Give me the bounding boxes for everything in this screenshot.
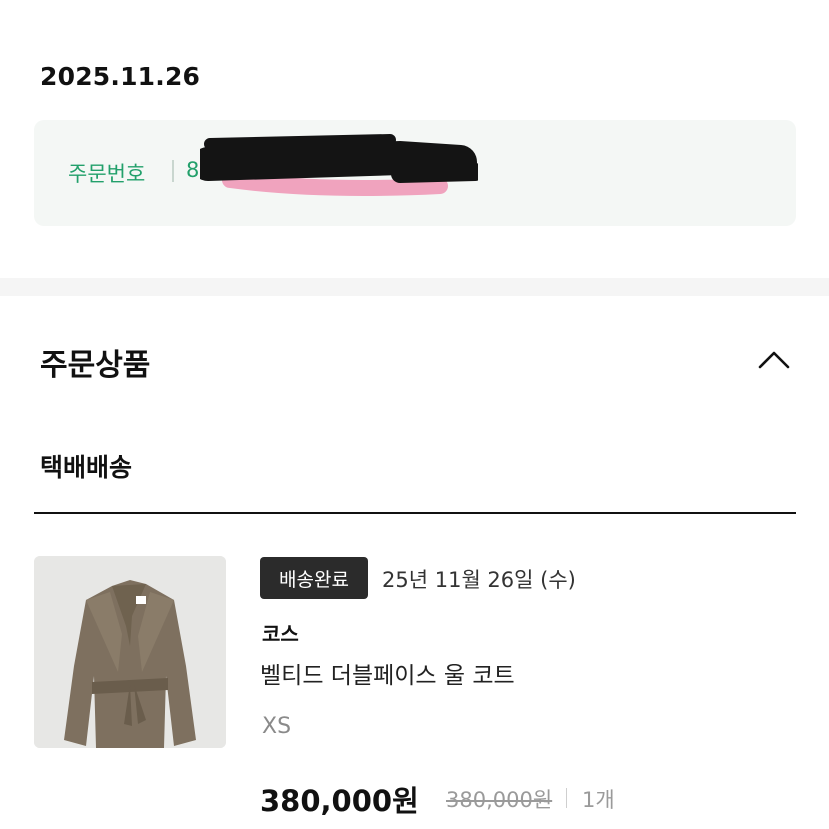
- product-name[interactable]: 벨티드 더블페이스 울 코트: [260, 656, 515, 690]
- original-price: 380,000원: [446, 788, 553, 812]
- product-image[interactable]: [34, 556, 226, 748]
- product-option: XS: [262, 714, 292, 739]
- order-number-label: 주문번호: [68, 162, 146, 186]
- brand-name[interactable]: 코스: [262, 618, 299, 647]
- order-number-box: 주문번호 8: [34, 120, 796, 226]
- chevron-up-icon: [758, 351, 790, 369]
- section-gap: [0, 278, 829, 296]
- order-number-value: 8: [186, 158, 200, 182]
- status-badge: 배송완료: [260, 557, 368, 599]
- order-date: 2025.11.26: [40, 62, 201, 91]
- price-separator: [566, 788, 567, 808]
- delivery-date: 25년 11월 26일 (수): [382, 568, 576, 592]
- quantity: 1개: [582, 788, 615, 812]
- product-price: 380,000원: [260, 784, 419, 818]
- collapse-button[interactable]: [752, 340, 796, 380]
- delivery-type: 택배배송: [40, 453, 133, 482]
- section-title: 주문상품: [40, 348, 151, 383]
- order-number-separator: [172, 160, 174, 182]
- coat-image: [34, 556, 226, 748]
- redaction-mark: [200, 134, 478, 196]
- divider: [34, 512, 796, 514]
